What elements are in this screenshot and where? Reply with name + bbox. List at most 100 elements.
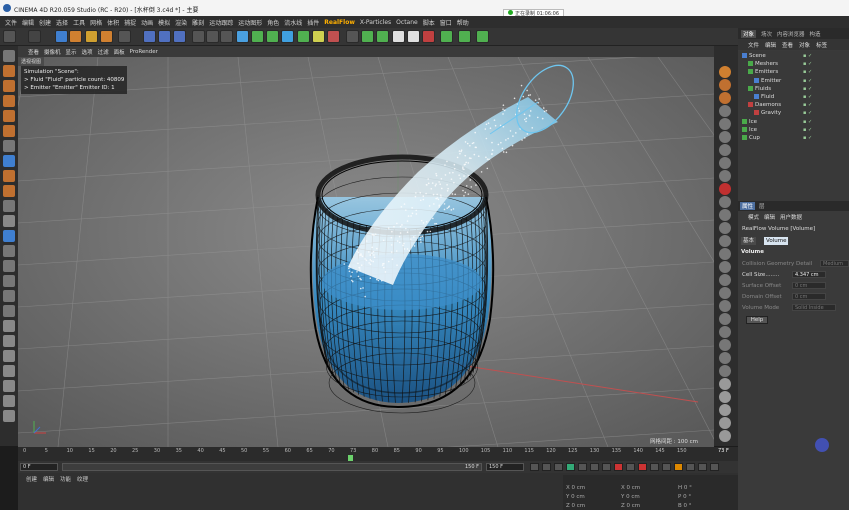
perspective-viewport[interactable] — [18, 57, 714, 447]
menu-item[interactable]: 窗口 — [440, 18, 452, 27]
viewport-menu-item[interactable]: ProRender — [130, 49, 158, 55]
transport-button[interactable] — [662, 463, 671, 471]
right-tool-icon[interactable] — [719, 261, 731, 273]
material-tab[interactable]: 纹理 — [77, 475, 88, 483]
object-row[interactable]: Emitters — [748, 69, 778, 77]
right-tool-icon[interactable] — [719, 118, 731, 130]
toolbar-tool-icon[interactable] — [392, 30, 405, 43]
toolbar-tool-icon[interactable] — [118, 30, 131, 43]
manager-tab[interactable]: 对象 — [741, 29, 757, 38]
coord-x[interactable]: X 0 cm — [566, 485, 585, 491]
right-tool-icon[interactable] — [719, 404, 731, 416]
menu-item[interactable]: 捕捉 — [124, 18, 136, 27]
object-row[interactable]: Meshers — [748, 61, 778, 69]
object-row[interactable]: Daemons — [748, 102, 781, 110]
left-tool-icon[interactable] — [3, 410, 15, 422]
left-tool-icon[interactable] — [3, 395, 15, 407]
right-tool-icon[interactable] — [719, 222, 731, 234]
coord-h[interactable]: H 0 ° — [678, 485, 692, 491]
toolbar-tool-icon[interactable] — [327, 30, 340, 43]
object-row[interactable]: Gravity — [754, 110, 781, 118]
right-tool-icon[interactable] — [719, 196, 731, 208]
right-tool-icon[interactable] — [719, 157, 731, 169]
right-tool-icon[interactable] — [719, 79, 731, 91]
visibility-flags-icon[interactable]: ▪ ✓ — [803, 61, 812, 67]
left-tool-icon[interactable] — [3, 170, 15, 182]
menu-item[interactable]: 运动图形 — [238, 18, 262, 27]
coord-z[interactable]: Z 0 cm — [566, 503, 585, 509]
transport-button[interactable] — [710, 463, 719, 471]
left-tool-icon[interactable] — [3, 215, 15, 227]
object-row[interactable]: Scene — [742, 53, 766, 61]
toolbar-tool-icon[interactable] — [3, 30, 16, 43]
menu-item[interactable]: 模拟 — [158, 18, 170, 27]
right-tool-icon[interactable] — [719, 313, 731, 325]
right-tool-icon[interactable] — [719, 209, 731, 221]
right-tool-icon[interactable] — [719, 144, 731, 156]
menu-item[interactable]: 流水线 — [284, 18, 302, 27]
transport-button[interactable] — [674, 463, 683, 471]
menu-item[interactable]: Octane — [396, 19, 418, 26]
visibility-flags-icon[interactable]: ▪ ✓ — [803, 135, 812, 141]
right-tool-icon[interactable] — [719, 430, 731, 442]
toolbar-tool-icon[interactable] — [376, 30, 389, 43]
timeline-ruler[interactable]: 73 F 0 5 10 15 20 25 30 35 40 45 50 55 60 65 70 73 80 85 9… — [18, 447, 738, 461]
right-tool-icon[interactable] — [719, 235, 731, 247]
menu-item[interactable]: 选择 — [56, 18, 68, 27]
menu-item[interactable]: 体积 — [107, 18, 119, 27]
toolbar-tool-icon[interactable] — [173, 30, 186, 43]
end-frame-field[interactable]: 150 F — [486, 463, 524, 471]
left-tool-icon[interactable] — [3, 335, 15, 347]
menu-item[interactable]: 运动跟踪 — [209, 18, 233, 27]
menu-item[interactable]: 渲染 — [175, 18, 187, 27]
toolbar-tool-icon[interactable] — [440, 30, 453, 43]
transport-button[interactable] — [602, 463, 611, 471]
object-menu-item[interactable]: 对象 — [799, 41, 810, 49]
menu-item[interactable]: 工具 — [73, 18, 85, 27]
left-tool-icon[interactable] — [3, 260, 15, 272]
material-tab[interactable]: 编辑 — [43, 475, 54, 483]
toolbar-tool-icon[interactable] — [266, 30, 279, 43]
left-tool-icon[interactable] — [3, 245, 15, 257]
left-tool-icon[interactable] — [3, 140, 15, 152]
transport-button[interactable] — [686, 463, 695, 471]
viewport-tab[interactable]: 透视视图 — [18, 57, 45, 66]
coord-y2[interactable]: Y 0 cm — [621, 494, 640, 500]
toolbar-tool-icon[interactable] — [407, 30, 420, 43]
domain-offset-field[interactable]: 0 cm — [792, 293, 826, 300]
toolbar-tool-icon[interactable] — [100, 30, 113, 43]
object-row[interactable]: Fluid — [754, 94, 774, 102]
manager-tab[interactable]: 场次 — [761, 30, 772, 38]
menu-item[interactable]: 动画 — [141, 18, 153, 27]
left-tool-icon[interactable] — [3, 185, 15, 197]
visibility-flags-icon[interactable]: ▪ ✓ — [803, 86, 812, 92]
transport-button[interactable] — [614, 463, 623, 471]
toolbar-tool-icon[interactable] — [206, 30, 219, 43]
collision-detail-select[interactable]: Medium — [820, 260, 849, 267]
toolbar-tool-icon[interactable] — [458, 30, 471, 43]
viewport-menu-item[interactable]: 面板 — [114, 48, 125, 56]
toolbar-tool-icon[interactable] — [281, 30, 294, 43]
viewport-menu-item[interactable]: 查看 — [28, 48, 39, 56]
right-tool-icon[interactable] — [719, 105, 731, 117]
right-tool-icon[interactable] — [719, 417, 731, 429]
material-tab[interactable]: 创建 — [26, 475, 37, 483]
toolbar-tool-icon[interactable] — [346, 30, 359, 43]
toolbar-tool-icon[interactable] — [251, 30, 264, 43]
menu-item[interactable]: 创建 — [39, 18, 51, 27]
attribute-menu-item[interactable]: 模式 — [748, 213, 759, 221]
toolbar-tool-icon[interactable] — [192, 30, 205, 43]
toolbar-tool-icon[interactable] — [312, 30, 325, 43]
coord-x2[interactable]: X 0 cm — [621, 485, 640, 491]
toolbar-tool-icon[interactable] — [28, 30, 41, 43]
toolbar-tool-icon[interactable] — [143, 30, 156, 43]
visibility-flags-icon[interactable]: ▪ ✓ — [803, 110, 812, 116]
left-tool-icon[interactable] — [3, 365, 15, 377]
manager-tab[interactable]: 内容浏览器 — [777, 30, 805, 38]
right-tool-icon[interactable] — [719, 170, 731, 182]
attribute-menu-item[interactable]: 用户数据 — [780, 213, 802, 221]
coord-y[interactable]: Y 0 cm — [566, 494, 585, 500]
left-tool-icon[interactable] — [3, 65, 15, 77]
toolbar-tool-icon[interactable] — [361, 30, 374, 43]
coord-z2[interactable]: Z 0 cm — [621, 503, 640, 509]
